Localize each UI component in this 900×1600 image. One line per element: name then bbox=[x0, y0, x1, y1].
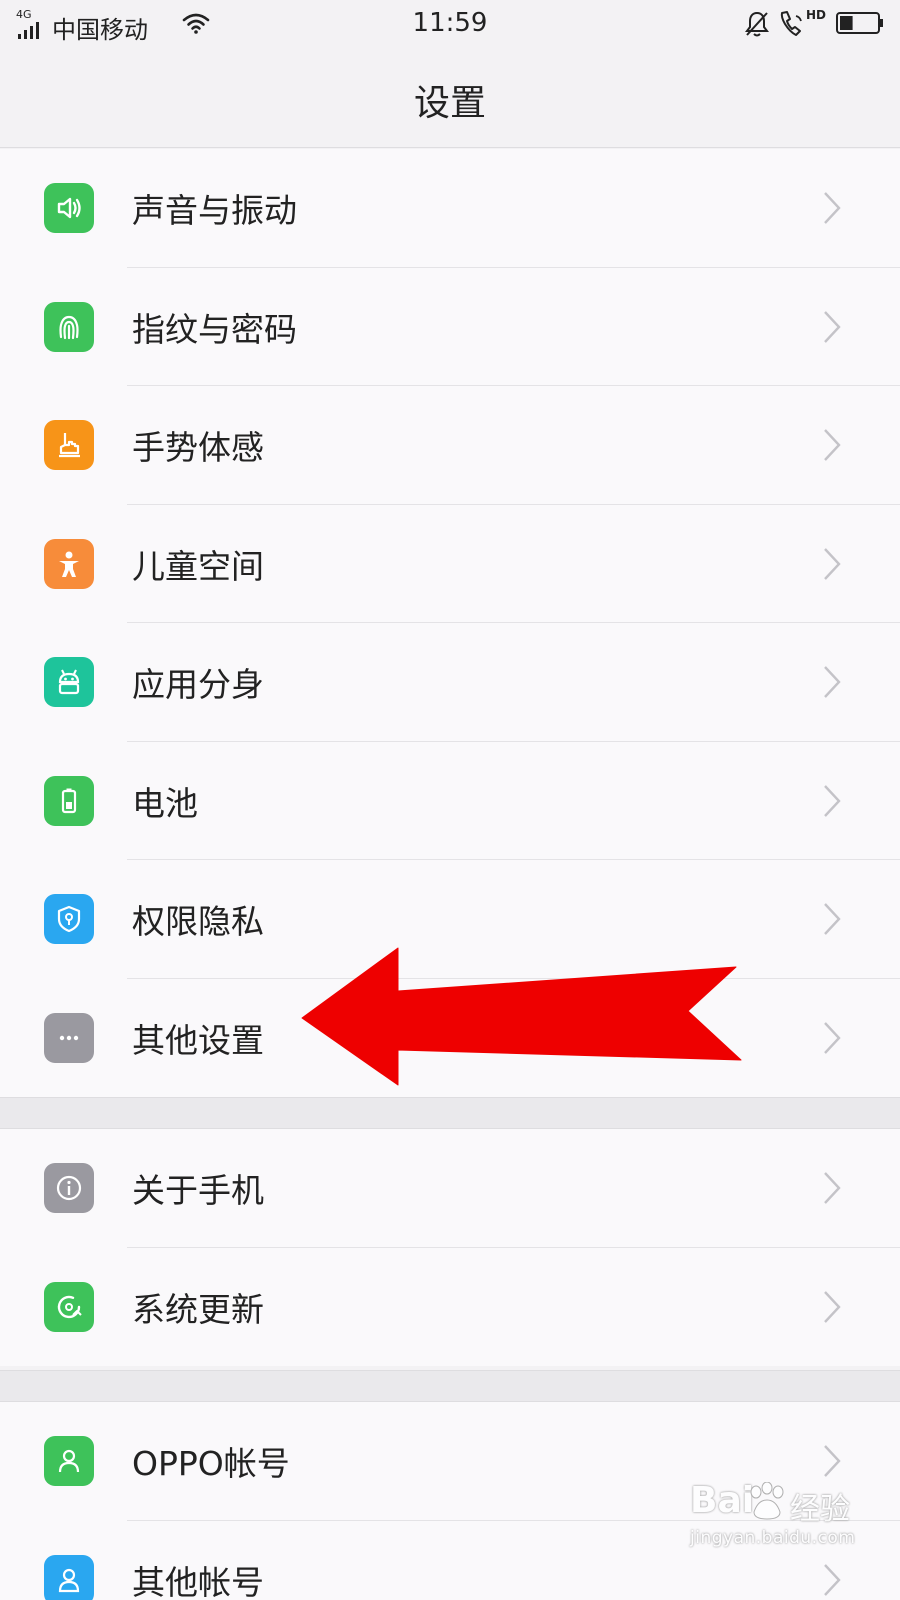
group-separator bbox=[0, 1370, 900, 1402]
chevron-right-icon bbox=[824, 310, 841, 343]
settings-item-battery[interactable]: 电池 bbox=[0, 742, 900, 860]
watermark-url: jingyan.baidu.com bbox=[690, 1528, 856, 1548]
chevron-right-icon bbox=[824, 1290, 841, 1323]
chevron-right-icon bbox=[824, 666, 841, 699]
settings-item-label: 应用分身 bbox=[132, 665, 264, 705]
settings-item-label: 其他设置 bbox=[132, 1020, 264, 1060]
watermark-suffix: 经验 bbox=[790, 1492, 850, 1527]
update-icon bbox=[44, 1281, 94, 1332]
chevron-right-icon bbox=[824, 1021, 841, 1054]
shield-icon bbox=[44, 894, 94, 945]
settings-item-label: 声音与振动 bbox=[132, 191, 297, 231]
settings-item-label: 儿童空间 bbox=[132, 546, 264, 586]
watermark-brand: Bai bbox=[690, 1480, 755, 1521]
settings-item-about-phone[interactable]: 关于手机 bbox=[0, 1129, 900, 1248]
annotation-arrow bbox=[301, 947, 742, 1086]
settings-item-label: 权限隐私 bbox=[132, 902, 264, 942]
baidu-watermark: Bai 经验 jingyan.baidu.com bbox=[690, 1480, 890, 1580]
settings-item-kids-space[interactable]: 儿童空间 bbox=[0, 505, 900, 623]
settings-item-app-clone[interactable]: 应用分身 bbox=[0, 623, 900, 742]
chevron-right-icon bbox=[824, 903, 841, 936]
speaker-icon bbox=[44, 183, 94, 234]
child-icon bbox=[44, 538, 94, 589]
paw-logo-icon bbox=[750, 1482, 784, 1520]
status-right: HD bbox=[744, 6, 884, 42]
chevron-right-icon bbox=[824, 429, 841, 462]
settings-item-label: 手势体感 bbox=[132, 428, 264, 468]
settings-item-label: 关于手机 bbox=[132, 1171, 264, 1211]
hand-gesture-icon bbox=[44, 420, 94, 471]
battery-icon bbox=[44, 775, 94, 826]
settings-item-gesture[interactable]: 手势体感 bbox=[0, 386, 900, 505]
fingerprint-icon bbox=[44, 301, 94, 352]
info-icon bbox=[44, 1163, 94, 1214]
settings-item-label: 电池 bbox=[132, 783, 198, 823]
settings-item-label: 系统更新 bbox=[132, 1289, 264, 1329]
hd-label: HD bbox=[806, 8, 827, 22]
chevron-right-icon bbox=[824, 784, 841, 817]
battery-status-icon bbox=[836, 12, 883, 34]
settings-item-label: 其他帐号 bbox=[132, 1562, 264, 1600]
chevron-right-icon bbox=[824, 547, 841, 580]
account-icon bbox=[44, 1436, 94, 1487]
status-bar: 4G 中国移动 11:59 HD bbox=[0, 0, 900, 48]
other-accounts-icon bbox=[44, 1554, 94, 1600]
settings-item-sound[interactable]: 声音与振动 bbox=[0, 149, 900, 268]
chevron-right-icon bbox=[824, 192, 841, 225]
settings-item-fingerprint[interactable]: 指纹与密码 bbox=[0, 268, 900, 386]
page-title: 设置 bbox=[413, 83, 486, 124]
chevron-right-icon bbox=[824, 1445, 841, 1478]
group-separator bbox=[0, 1097, 900, 1129]
settings-item-label: 指纹与密码 bbox=[132, 309, 297, 349]
settings-item-system-update[interactable]: 系统更新 bbox=[0, 1248, 900, 1367]
app-clone-icon bbox=[44, 657, 94, 708]
chevron-right-icon bbox=[824, 1172, 841, 1205]
more-icon bbox=[44, 1012, 94, 1063]
bell-muted-icon bbox=[745, 11, 769, 37]
settings-group-system: 关于手机 系统更新 bbox=[0, 1129, 900, 1366]
settings-item-label: OPPO帐号 bbox=[132, 1444, 290, 1484]
title-bar: 设置 bbox=[0, 48, 900, 148]
